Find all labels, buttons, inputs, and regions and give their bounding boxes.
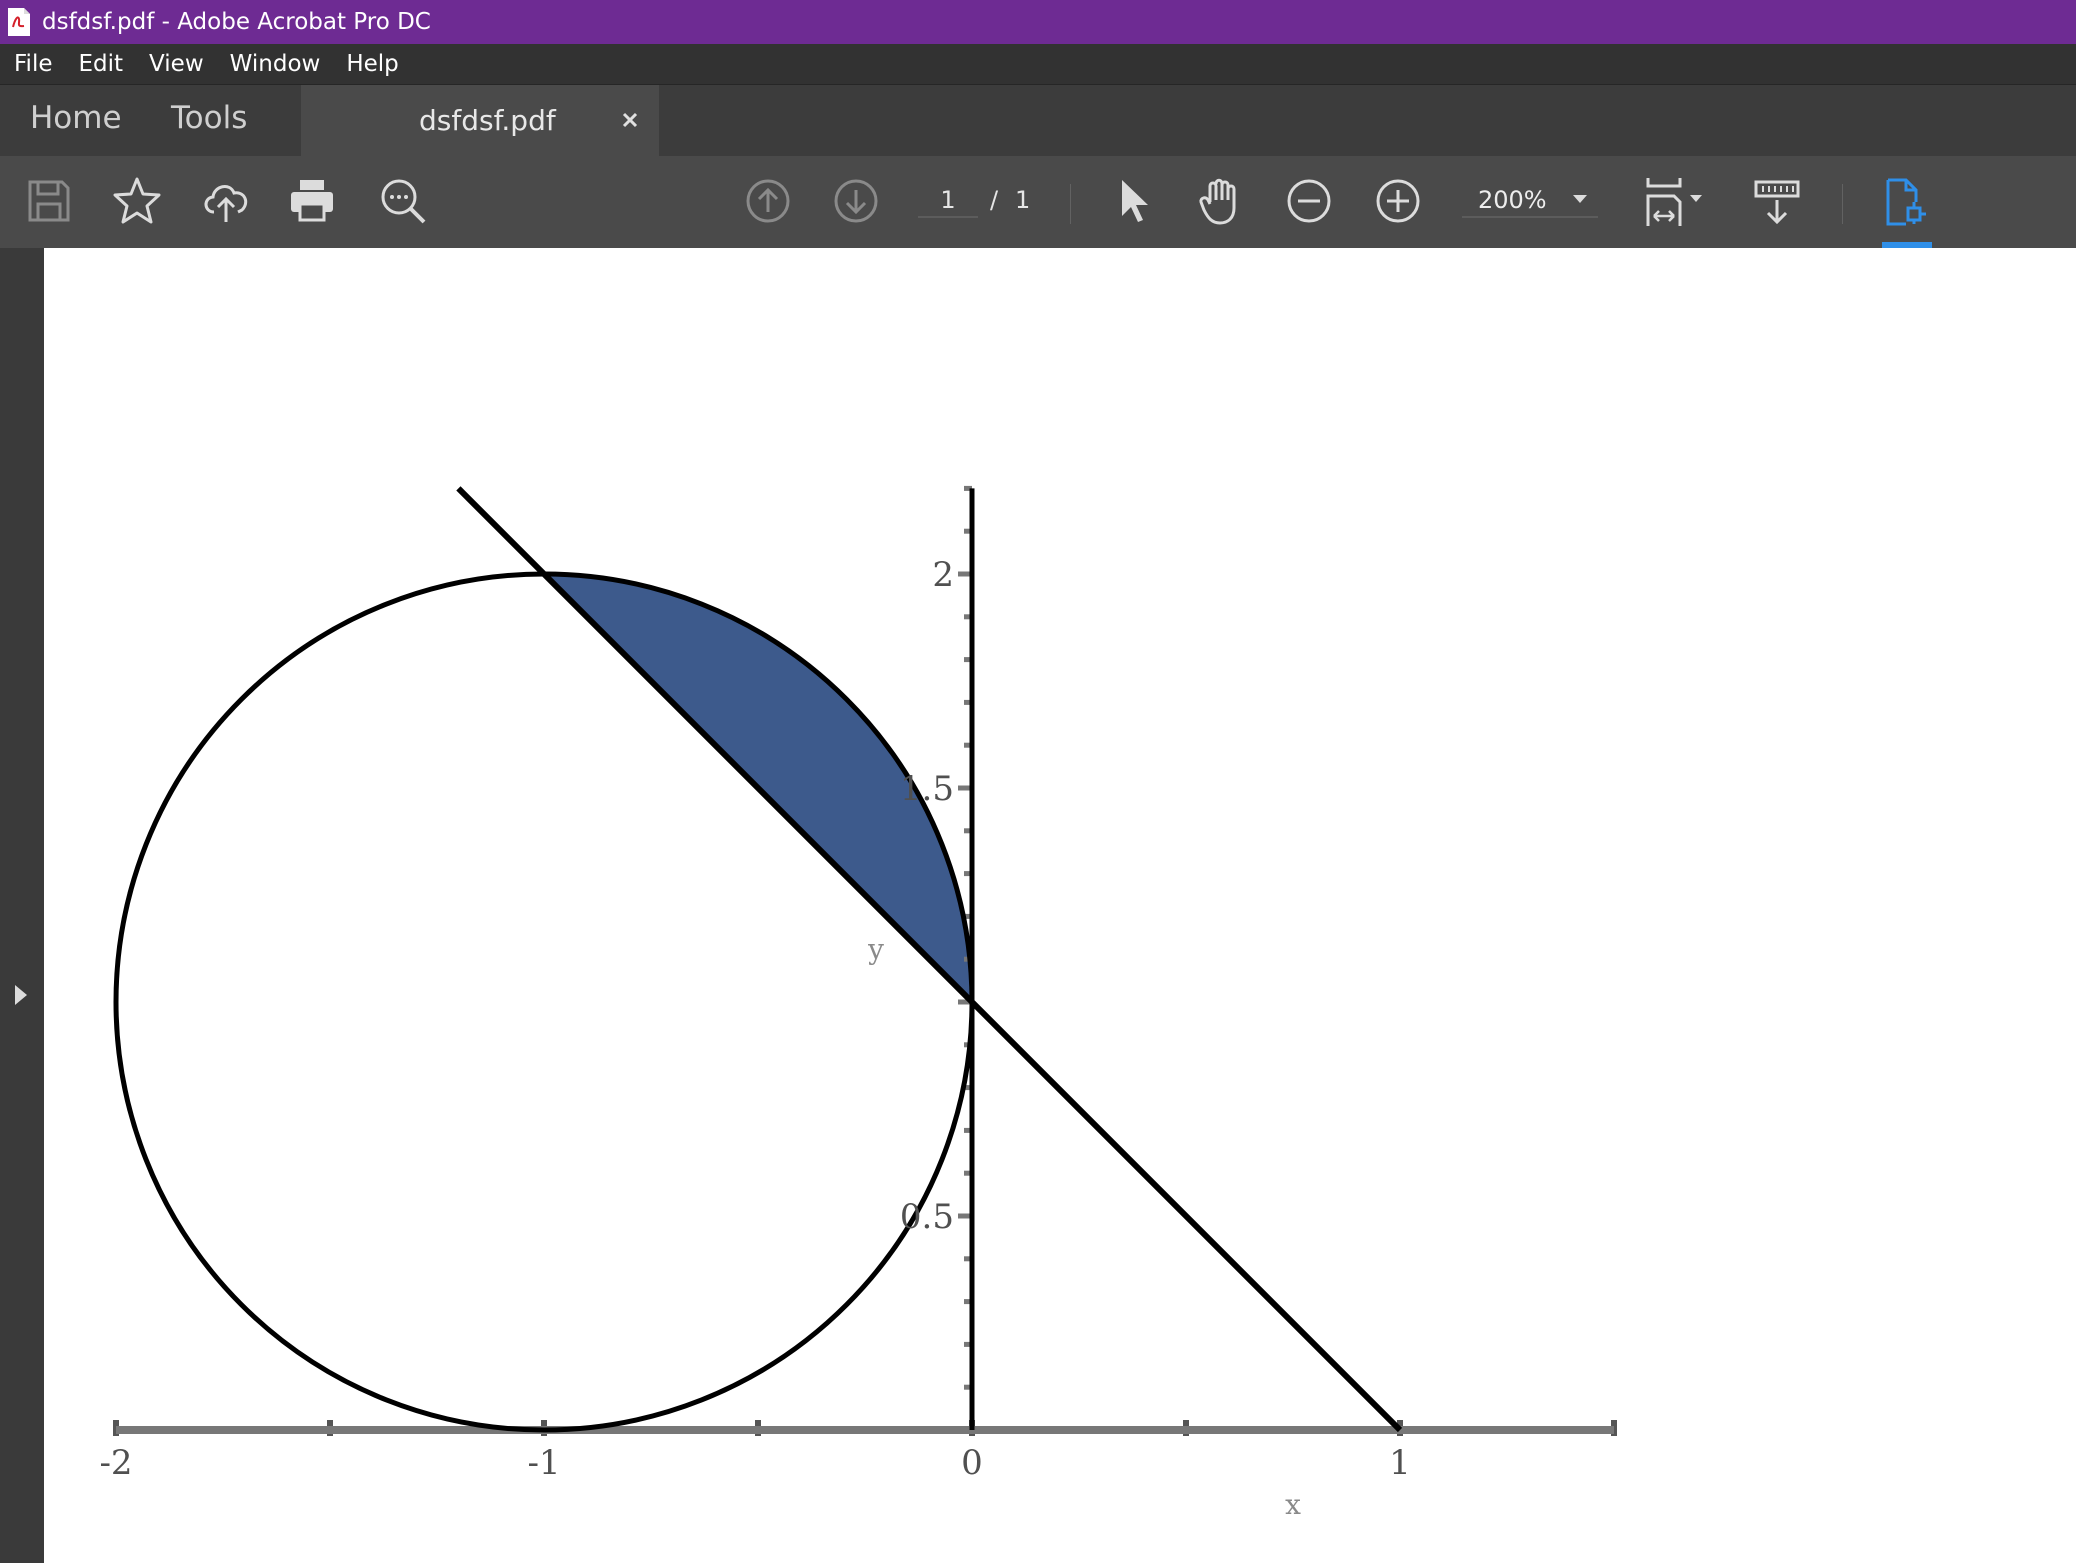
upload-cloud-icon bbox=[204, 185, 248, 222]
save-icon bbox=[28, 180, 70, 222]
menu-edit[interactable]: Edit bbox=[79, 49, 124, 79]
x-tick-label: 0 bbox=[961, 1443, 983, 1483]
fit-page-button[interactable] bbox=[1644, 176, 1710, 228]
y-tick-label: 0.5 bbox=[900, 1197, 954, 1237]
toolbar-divider bbox=[1070, 184, 1071, 224]
next-page-button[interactable] bbox=[833, 178, 879, 224]
zoom-value: 200% bbox=[1478, 186, 1547, 214]
document-page: -2 -1 0 1 0.5 1.5 2 x y bbox=[44, 248, 2076, 1563]
bookmark-star-icon bbox=[113, 177, 161, 224]
expand-panel-icon[interactable] bbox=[14, 984, 28, 1006]
chevron-down-icon bbox=[1573, 195, 1587, 203]
tab-home[interactable]: Home bbox=[30, 85, 122, 156]
toolbar-divider-2 bbox=[1842, 184, 1843, 224]
select-cursor-icon bbox=[1122, 180, 1148, 222]
tab-tools[interactable]: Tools bbox=[171, 85, 247, 156]
tab-document[interactable]: dsfdsf.pdf bbox=[301, 85, 659, 156]
y-axis-title: y bbox=[867, 933, 884, 966]
menu-bar: File Edit View Window Help bbox=[0, 44, 2076, 85]
toolbar: 1 / 1 200% bbox=[0, 156, 2076, 248]
document-tool-icon bbox=[1886, 178, 1926, 226]
zoom-in-icon bbox=[1376, 179, 1420, 223]
scroll-mode-icon bbox=[1754, 180, 1800, 225]
zoom-in-button[interactable] bbox=[1375, 178, 1421, 224]
menu-window[interactable]: Window bbox=[230, 49, 321, 79]
find-icon bbox=[381, 179, 426, 224]
find-button[interactable] bbox=[378, 176, 428, 226]
hand-tool-button[interactable] bbox=[1198, 176, 1246, 226]
page-number-input[interactable]: 1 bbox=[918, 186, 978, 218]
x-tick-label: -2 bbox=[99, 1443, 132, 1483]
zoom-out-button[interactable] bbox=[1286, 178, 1332, 224]
fit-page-icon bbox=[1646, 178, 1702, 226]
hand-icon bbox=[1199, 178, 1236, 225]
close-icon[interactable] bbox=[619, 109, 641, 131]
left-navigation-rail bbox=[0, 248, 44, 1563]
document-tool-button[interactable] bbox=[1884, 178, 1928, 226]
plot: -2 -1 0 1 0.5 1.5 2 x y bbox=[99, 485, 1617, 1521]
zoom-out-icon bbox=[1287, 179, 1331, 223]
menu-help[interactable]: Help bbox=[346, 49, 398, 79]
upload-button[interactable] bbox=[200, 176, 252, 226]
title-bar: dsfdsf.pdf - Adobe Acrobat Pro DC bbox=[0, 0, 2076, 44]
bookmark-button[interactable] bbox=[112, 176, 162, 226]
scroll-mode-button[interactable] bbox=[1754, 178, 1800, 226]
x-axis-title: x bbox=[1285, 1488, 1301, 1521]
page-total: 1 bbox=[1015, 186, 1031, 214]
zoom-level-dropdown[interactable]: 200% bbox=[1462, 184, 1598, 218]
x-tick-label: -1 bbox=[527, 1443, 560, 1483]
y-tick-label: 2 bbox=[932, 555, 954, 595]
menu-view[interactable]: View bbox=[149, 49, 204, 79]
select-tool-button[interactable] bbox=[1118, 178, 1152, 224]
print-icon bbox=[291, 180, 333, 222]
print-button[interactable] bbox=[288, 176, 336, 224]
menu-file[interactable]: File bbox=[14, 49, 53, 79]
line-curve bbox=[456, 486, 1403, 1433]
next-page-icon bbox=[834, 179, 878, 223]
save-button[interactable] bbox=[26, 178, 72, 224]
prev-page-icon bbox=[746, 179, 790, 223]
window-title: dsfdsf.pdf - Adobe Acrobat Pro DC bbox=[42, 9, 431, 35]
tab-bar: Home Tools dsfdsf.pdf bbox=[0, 85, 2076, 156]
page-separator: / bbox=[990, 186, 999, 214]
x-tick-label: 1 bbox=[1389, 1443, 1411, 1483]
acrobat-pdf-icon bbox=[8, 8, 30, 36]
y-tick-label: 1.5 bbox=[900, 769, 954, 809]
previous-page-button[interactable] bbox=[745, 178, 791, 224]
document-tab-label: dsfdsf.pdf bbox=[419, 104, 556, 137]
